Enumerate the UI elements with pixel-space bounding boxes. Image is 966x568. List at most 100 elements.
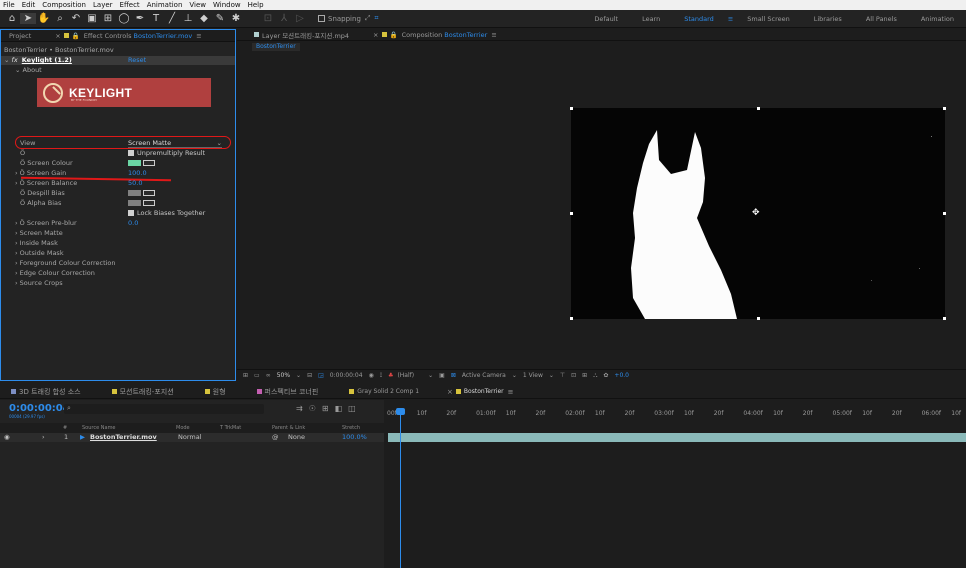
tab-project[interactable]: Project <box>9 32 31 40</box>
menu-window[interactable]: Window <box>213 1 241 9</box>
checkbox-icon[interactable] <box>128 210 134 216</box>
checkbox-icon[interactable] <box>128 150 134 156</box>
snapshot-icon[interactable]: ◉ <box>369 372 374 379</box>
expand-arrow-icon[interactable]: ⌄ <box>4 56 9 64</box>
roto-brush-tool-icon[interactable]: ✎ <box>212 13 228 24</box>
transform-handle[interactable] <box>943 317 946 320</box>
playhead-line[interactable] <box>400 408 401 568</box>
transform-handle[interactable] <box>943 212 946 215</box>
parent-pickwhip-icon[interactable]: @ <box>272 433 279 442</box>
channel-icon[interactable]: ♣ <box>388 372 393 379</box>
group-foreground-colour[interactable]: › Foreground Colour Correction <box>15 259 116 268</box>
despill-bias-control[interactable] <box>128 189 155 198</box>
fx-icon[interactable]: fx <box>12 56 18 64</box>
effect-header-row[interactable]: ⌄ fx Keylight (1.2) Reset <box>1 56 235 65</box>
motion-blur-icon[interactable]: ◧ <box>335 404 349 413</box>
tab-comp-3[interactable]: 원형 <box>202 387 226 397</box>
resolution-dropdown[interactable]: (Half) <box>397 372 414 379</box>
snapping-checkbox[interactable] <box>318 15 325 22</box>
menu-file[interactable]: File <box>3 1 15 9</box>
unpremultiply-checkbox[interactable]: Unpremultiply Result <box>128 149 205 158</box>
screen-balance-row[interactable]: › Ö Screen Balance <box>15 179 77 188</box>
eyedropper-icon[interactable] <box>143 190 155 196</box>
workspace-default[interactable]: Default <box>594 15 618 23</box>
world-axis-icon[interactable]: ⅄ <box>276 13 292 24</box>
tab-comp-2[interactable]: 모션트래킹-포지션 <box>109 387 174 397</box>
tab-comp-6[interactable]: × BostonTerrier ≡ <box>447 388 513 396</box>
transform-handle[interactable] <box>570 317 573 320</box>
shy-icon[interactable]: ☉ <box>309 404 322 413</box>
screen-preblur-value[interactable]: 0.0 <box>128 219 138 228</box>
viewer-timecode[interactable]: 0:00:00:04 <box>330 372 363 379</box>
tab-comp-5[interactable]: Gray Solid 2 Comp 1 <box>346 388 419 395</box>
despill-bias-row[interactable]: Ö Despill Bias <box>20 189 65 198</box>
close-icon[interactable]: × <box>447 388 453 396</box>
layer-stretch[interactable]: 100.0% <box>342 433 367 442</box>
search-input[interactable]: ⌕ <box>64 404 264 414</box>
lock-biases-checkbox[interactable]: Lock Biases Together <box>128 209 205 218</box>
transform-handle[interactable] <box>757 317 760 320</box>
composition-canvas[interactable]: ✥ <box>570 107 946 320</box>
panel-menu-icon[interactable]: ≡ <box>196 32 201 40</box>
workspace-libraries[interactable]: Libraries <box>814 15 842 23</box>
transform-handle[interactable] <box>943 107 946 110</box>
screen-balance-value[interactable]: 50.0 <box>128 179 142 188</box>
timeline-timecode[interactable]: 0:00:00:04 <box>9 403 70 414</box>
show-snapshot-icon[interactable]: ⟟ <box>380 372 382 380</box>
fast-preview-icon[interactable]: ⊡ <box>571 372 576 379</box>
flowchart-icon[interactable]: ⛬ <box>593 372 597 380</box>
alpha-swatch[interactable] <box>128 200 141 206</box>
snapping-toggle[interactable]: Snapping ⤢ ⌗ <box>318 14 378 23</box>
about-group[interactable]: ⌄ About <box>15 66 42 75</box>
tab-comp-1[interactable]: 3D 트래킹 합성 소스 <box>8 387 81 397</box>
tab-effect-controls[interactable]: × 🔒 Effect Controls BostonTerrier.mov ≡ <box>55 32 201 40</box>
layer-expand-icon[interactable]: › <box>42 433 45 442</box>
menu-view[interactable]: View <box>189 1 206 9</box>
menu-effect[interactable]: Effect <box>120 1 140 9</box>
workspace-all-panels[interactable]: All Panels <box>866 15 897 23</box>
transform-handle[interactable] <box>757 107 760 110</box>
despill-swatch[interactable] <box>128 190 141 196</box>
close-icon[interactable]: × <box>55 32 60 40</box>
brush-tool-icon[interactable]: ╱ <box>164 13 180 24</box>
eyedropper-icon[interactable] <box>143 200 155 206</box>
layer-duration-bar[interactable] <box>388 433 966 442</box>
stopwatch-icon[interactable]: Ö <box>20 149 25 158</box>
pen-tool-icon[interactable]: ✒ <box>132 13 148 24</box>
group-source-crops[interactable]: › Source Crops <box>15 279 63 288</box>
local-axis-icon[interactable]: ⊡ <box>260 13 276 24</box>
screen-gain-value[interactable]: 100.0 <box>128 169 147 178</box>
group-inside-mask[interactable]: › Inside Mask <box>15 239 58 248</box>
anchor-point-icon[interactable]: ✥ <box>752 208 760 218</box>
menu-edit[interactable]: Edit <box>22 1 36 9</box>
group-edge-colour[interactable]: › Edge Colour Correction <box>15 269 95 278</box>
workspace-learn[interactable]: Learn <box>642 15 660 23</box>
lock-icon[interactable]: 🔒 <box>72 32 80 40</box>
eyedropper-icon[interactable] <box>143 160 155 166</box>
visibility-eye-icon[interactable]: ◉ <box>4 433 10 442</box>
type-tool-icon[interactable]: T <box>148 13 164 24</box>
reset-button[interactable]: Reset <box>128 56 146 65</box>
layer-row[interactable]: ◉ › 1 ▶ BostonTerrier.mov Normal @ None … <box>0 433 384 442</box>
zoom-tool-icon[interactable]: ⌕ <box>52 13 68 24</box>
screen-colour-swatch[interactable] <box>128 160 141 166</box>
alpha-bias-row[interactable]: Ö Alpha Bias <box>20 199 61 208</box>
transparency-grid-icon[interactable]: ◲ <box>318 372 324 379</box>
timeline-icon[interactable]: ⊞ <box>582 372 587 379</box>
pixel-aspect-icon[interactable]: ⊤ <box>560 372 565 379</box>
exposure-value[interactable]: +0.0 <box>614 372 629 379</box>
screen-colour-row[interactable]: Ö Screen Colour <box>20 159 73 168</box>
composition-breadcrumb[interactable]: BostonTerrier <box>252 43 300 51</box>
layer-mode-dropdown[interactable]: Normal <box>178 433 202 442</box>
time-ruler[interactable]: 00f 10f 20f 01:00f 10f 20f 02:00f 10f 20f 03:00f 1… <box>385 407 966 421</box>
pan-behind-tool-icon[interactable]: ⊞ <box>100 13 116 24</box>
workspace-standard[interactable]: Standard <box>684 15 714 23</box>
workspace-small-screen[interactable]: Small Screen <box>747 15 789 23</box>
screen-preblur-row[interactable]: › Ö Screen Pre-blur <box>15 219 77 228</box>
home-icon[interactable]: ⌂ <box>4 13 20 24</box>
menu-animation[interactable]: Animation <box>147 1 183 9</box>
exposure-icon[interactable]: ✿ <box>603 372 608 379</box>
toggle-grid-icon[interactable]: ⊠ <box>451 372 456 379</box>
panel-menu-icon[interactable]: ≡ <box>508 388 514 396</box>
hand-tool-icon[interactable]: ✋ <box>36 13 52 24</box>
